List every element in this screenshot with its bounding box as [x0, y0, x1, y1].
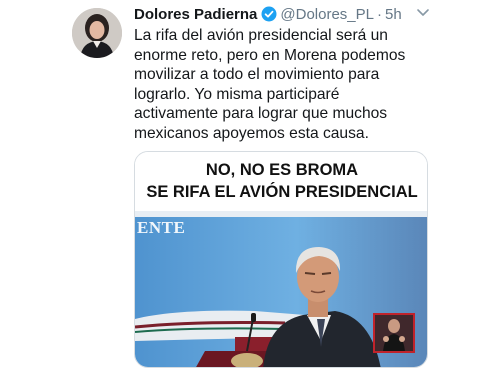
author-handle[interactable]: @Dolores_PL [280, 6, 374, 23]
tweet-text-line: movilizar a todo el movimiento para [134, 66, 380, 84]
caption-line-2: SE RIFA EL AVIÓN PRESIDENCIAL [146, 183, 418, 201]
media-card[interactable]: NO, NO ES BROMA SE RIFA EL AVIÓN PRESIDE… [134, 151, 428, 368]
caption-line-1: NO, NO ES BROMA [205, 161, 359, 179]
avatar[interactable] [72, 8, 122, 58]
media-caption: NO, NO ES BROMA SE RIFA EL AVIÓN PRESIDE… [135, 152, 427, 211]
timestamp[interactable]: 5h [385, 6, 402, 23]
tweet-text-line: La rifa del avión presidencial será un [134, 27, 388, 44]
verified-badge-icon [261, 6, 277, 22]
background-sign-text: ENTE [137, 218, 186, 237]
sign-language-inset [373, 313, 415, 353]
tweet-text-line: mexicanos apoyemos esta causa. [134, 124, 369, 142]
tweet: Dolores Padierna @Dolores_PL · 5h La rif… [0, 0, 500, 375]
tweet-text-line: enorme reto, pero en Morena podemos [134, 46, 406, 64]
author-name[interactable]: Dolores Padierna [134, 6, 257, 23]
tweet-text: La rifa del avión presidencial será un e… [134, 26, 434, 144]
tweet-text-line: activamente para lograr que muchos [134, 105, 388, 123]
tweet-header: Dolores Padierna @Dolores_PL · 5h [134, 4, 434, 24]
chevron-down-icon[interactable] [414, 6, 432, 20]
separator-dot: · [377, 5, 382, 23]
tweet-text-line: lograrlo. Yo misma participaré [134, 85, 340, 103]
